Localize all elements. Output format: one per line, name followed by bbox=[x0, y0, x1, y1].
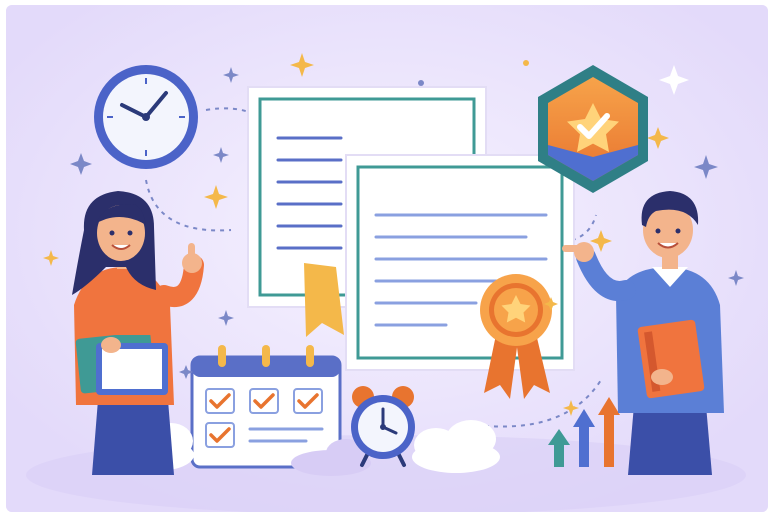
dot bbox=[418, 80, 424, 86]
certificate-document-icon bbox=[345, 154, 575, 371]
calendar-checklist-icon bbox=[190, 345, 342, 469]
dot bbox=[523, 60, 529, 66]
wall-clock-icon bbox=[94, 65, 198, 169]
books-stack bbox=[75, 317, 168, 395]
illustration-frame bbox=[0, 0, 774, 519]
illustration-canvas bbox=[6, 5, 768, 512]
book bbox=[637, 319, 705, 399]
certification-illustration bbox=[6, 5, 768, 512]
